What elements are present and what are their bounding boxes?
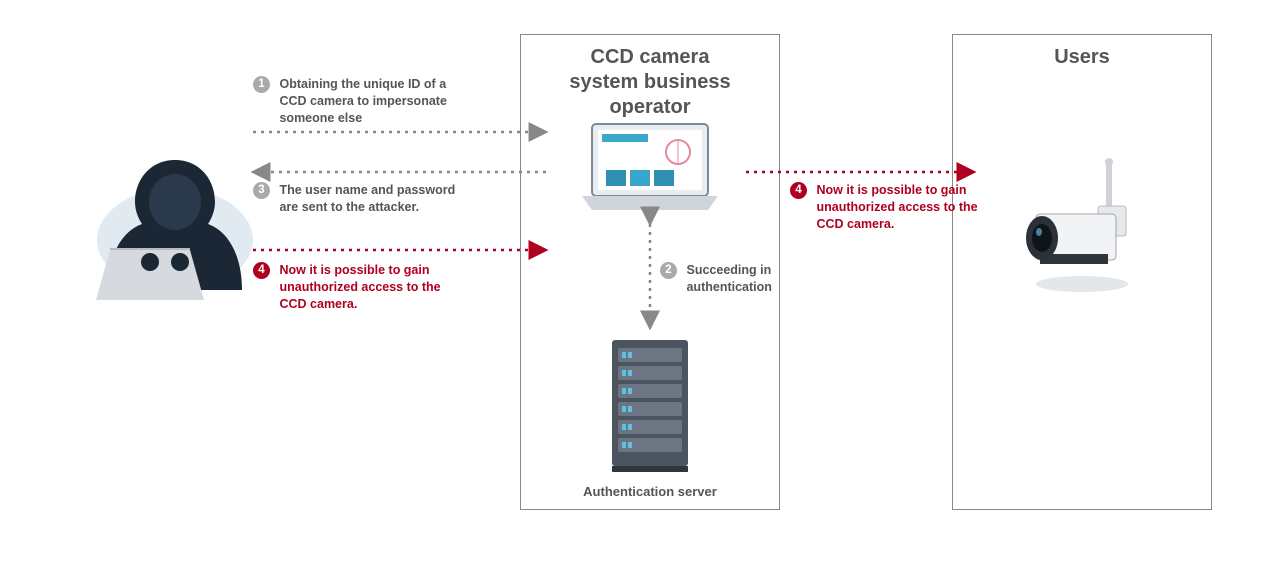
step4b-text: Now it is possible to gainunauthorized a… <box>816 182 986 233</box>
step1-text: Obtaining the unique ID of aCCD camera t… <box>279 76 459 127</box>
step4b-label: 4 Now it is possible to gainunauthorized… <box>790 182 990 233</box>
step3-num: 3 <box>253 182 270 199</box>
step1-label: 1 Obtaining the unique ID of aCCD camera… <box>253 76 463 127</box>
step4a-num: 4 <box>253 262 270 279</box>
step3-label: 3 The user name and passwordare sent to … <box>253 182 483 216</box>
step4a-text: Now it is possible to gainunauthorized a… <box>279 262 479 313</box>
step1-num: 1 <box>253 76 270 93</box>
step4b-num: 4 <box>790 182 807 199</box>
step4a-label: 4 Now it is possible to gainunauthorized… <box>253 262 483 313</box>
step2-text: Succeeding in authentication <box>686 262 856 296</box>
arrows-layer <box>0 0 1280 576</box>
step3-text: The user name and passwordare sent to th… <box>279 182 479 216</box>
step2-label: 2 Succeeding in authentication <box>660 262 860 296</box>
step2-num: 2 <box>660 262 677 279</box>
